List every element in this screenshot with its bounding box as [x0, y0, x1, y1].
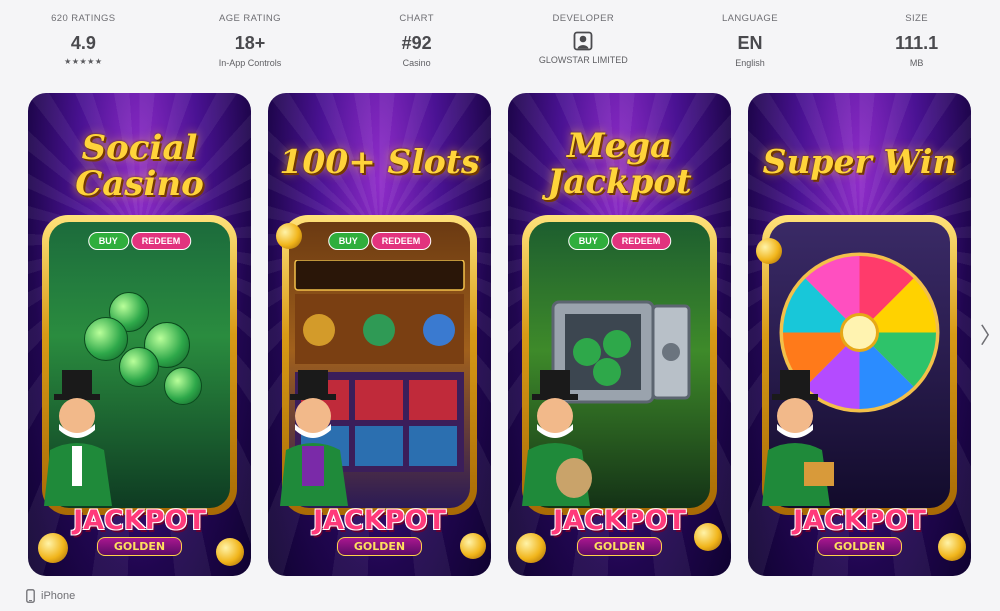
language-info[interactable]: LANGUAGE EN English [667, 0, 834, 80]
golden-logo-text: GOLDEN [96, 537, 183, 556]
screenshot-social-casino[interactable]: Social Casino BUY REDEEM JACKPOT GOLDEN [28, 93, 251, 576]
screenshot-headline: Mega Jackpot [508, 126, 731, 202]
gold-coin-icon [460, 533, 486, 559]
mascot-illustration [762, 370, 834, 506]
jackpot-golden-logo: JACKPOT GOLDEN [296, 506, 464, 566]
person-icon [573, 31, 593, 51]
ratings-label: 620 RATINGS [51, 13, 116, 24]
redeem-button: REDEEM [130, 232, 192, 250]
age-rating-label: AGE RATING [219, 13, 281, 24]
size-unit: MB [909, 58, 924, 68]
chart-info[interactable]: CHART #92 Casino [333, 0, 500, 80]
jackpot-golden-logo: JACKPOT GOLDEN [776, 506, 944, 566]
jackpot-logo-text: JACKPOT [553, 505, 686, 536]
platform-name: iPhone [41, 590, 76, 602]
chart-value: #92 [401, 33, 432, 53]
headline-line-1: Mega [566, 126, 673, 166]
buy-button: BUY [327, 232, 369, 250]
age-rating-value: 18+ [234, 33, 266, 53]
rating-value: 4.9 [70, 33, 96, 53]
screenshot-headline: 100+ Slots [268, 142, 491, 181]
language-label: LANGUAGE [721, 13, 778, 24]
jackpot-logo-text: JACKPOT [793, 505, 926, 536]
jackpot-logo-text: JACKPOT [73, 505, 206, 536]
headline-line-1: Super Win [762, 142, 957, 181]
size-value: 111.1 [895, 33, 939, 53]
language-name: English [735, 58, 765, 68]
gold-coin-icon [756, 238, 782, 264]
age-rating-info[interactable]: AGE RATING 18+ In-App Controls [167, 0, 334, 80]
mascot-illustration [44, 370, 112, 506]
iphone-icon [26, 589, 35, 603]
mascot-illustration [522, 370, 592, 506]
rating-stars-icon: ★★★★★ [64, 57, 103, 66]
developer-name: GLOWSTAR LIMITED [538, 55, 628, 65]
screenshot-mega-jackpot[interactable]: Mega Jackpot BUY REDEEM JACKPOT GOLDEN [508, 93, 731, 576]
developer-info[interactable]: DEVELOPER GLOWSTAR LIMITED [500, 0, 667, 80]
buy-redeem-buttons: BUY REDEEM [567, 232, 672, 250]
headline-line-1: 100+ Slots [279, 142, 480, 181]
headline-line-2: Casino [75, 163, 204, 204]
ratings-info[interactable]: 620 RATINGS 4.9 ★★★★★ [0, 0, 167, 80]
chart-label: CHART [399, 13, 434, 24]
golden-logo-text: GOLDEN [336, 537, 423, 556]
gold-coin-icon [276, 223, 302, 249]
screenshot-100-slots[interactable]: 100+ Slots BUY REDEEM JACKPOT GOLDEN [268, 93, 491, 576]
sc-coin-icon [119, 347, 159, 387]
platform-label: iPhone [26, 589, 75, 603]
age-rating-sub: In-App Controls [218, 58, 282, 68]
buy-button: BUY [87, 232, 129, 250]
screenshot-super-win[interactable]: Super Win JACKPOT GOLDEN [748, 93, 971, 576]
mascot-illustration [280, 370, 348, 506]
size-label: SIZE [905, 13, 928, 24]
golden-logo-text: GOLDEN [816, 537, 903, 556]
chart-category: Casino [402, 58, 431, 68]
size-info[interactable]: SIZE 111.1 MB [833, 0, 1000, 80]
headline-line-2: Jackpot [547, 161, 692, 202]
jackpot-golden-logo: JACKPOT GOLDEN [56, 506, 224, 566]
buy-button: BUY [567, 232, 609, 250]
redeem-button: REDEEM [370, 232, 432, 250]
language-value: EN [737, 33, 763, 53]
headline-line-1: Social [81, 128, 198, 168]
sc-coin-icon [84, 317, 128, 361]
buy-redeem-buttons: BUY REDEEM [87, 232, 192, 250]
screenshot-headline: Social Casino [28, 128, 251, 204]
golden-logo-text: GOLDEN [576, 537, 663, 556]
jackpot-golden-logo: JACKPOT GOLDEN [536, 506, 704, 566]
chevron-right-icon[interactable]: 〉 [980, 318, 1000, 350]
redeem-button: REDEEM [610, 232, 672, 250]
sc-coin-icon [164, 367, 202, 405]
screenshot-headline: Super Win [748, 142, 971, 181]
buy-redeem-buttons: BUY REDEEM [327, 232, 432, 250]
developer-label: DEVELOPER [552, 13, 615, 24]
app-info-strip: 620 RATINGS 4.9 ★★★★★ AGE RATING 18+ In-… [0, 0, 1000, 80]
jackpot-logo-text: JACKPOT [313, 505, 446, 536]
